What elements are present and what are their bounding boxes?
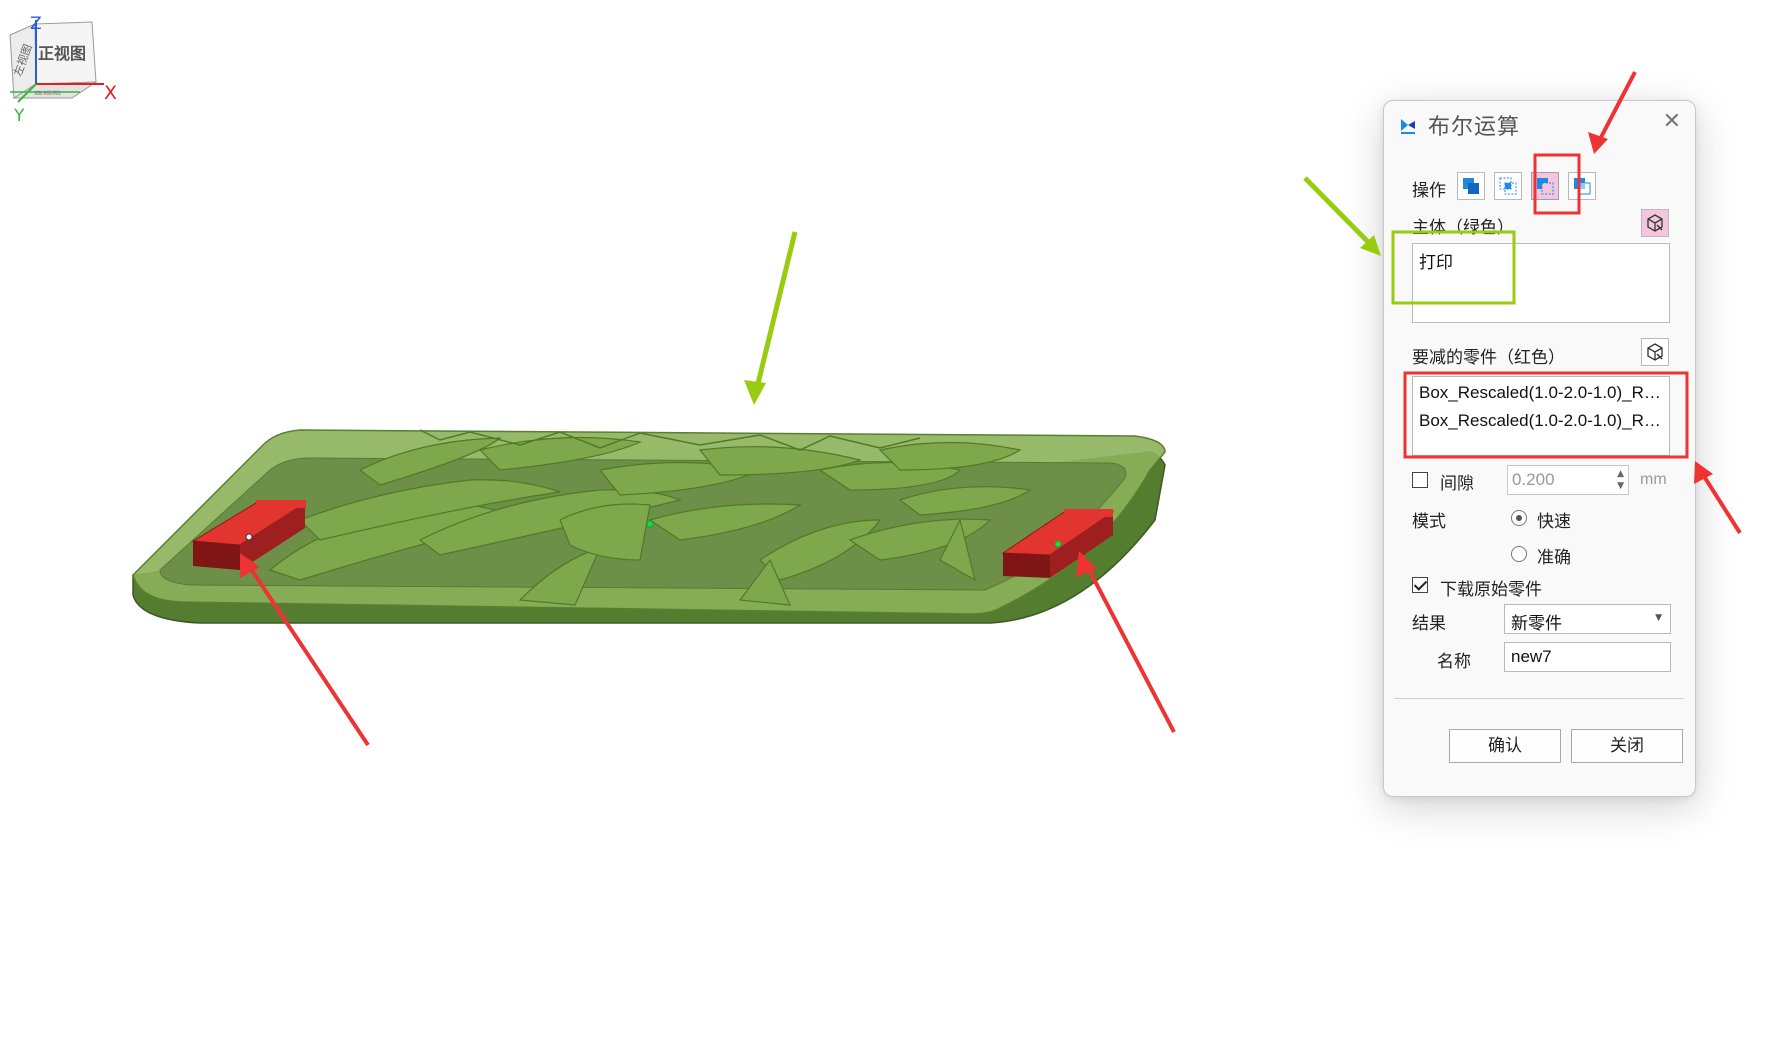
main-body-label: 主体（绿色） (1412, 218, 1514, 238)
dialog-title-bar[interactable]: 布尔运算 ✕ (1384, 101, 1695, 147)
mode-label: 模式 (1412, 512, 1446, 532)
view-cube-front-label[interactable]: 正视图 (38, 40, 86, 64)
pivot-point-left (245, 533, 253, 541)
boolean-operation-dialog: 布尔运算 ✕ 操作 主体（绿色） 打印 要减的零件（红色） Box_Rescal… (1383, 100, 1696, 797)
subtract-parts-label: 要减的零件（红色） (1412, 348, 1565, 368)
gap-spinbox[interactable]: 0.200 ▲ ▼ (1507, 465, 1629, 495)
confirm-button[interactable]: 确认 (1449, 729, 1561, 763)
intersect-icon (1499, 177, 1517, 195)
main-body-item[interactable]: 打印 (1419, 248, 1663, 273)
dialog-title: 布尔运算 (1428, 115, 1521, 140)
mode-fast-label[interactable]: 快速 (1537, 507, 1571, 532)
subtract-button[interactable] (1531, 172, 1559, 200)
result-value: 新零件 (1511, 614, 1562, 634)
result-label: 结果 (1412, 614, 1446, 634)
split-button[interactable] (1568, 172, 1596, 200)
view-cube-bottom-label[interactable]: 底视图 (34, 89, 61, 96)
split-icon (1574, 178, 1591, 195)
union-button[interactable] (1457, 172, 1485, 200)
gap-value: 0.200 (1512, 470, 1555, 489)
gap-label: 间隙 (1440, 474, 1474, 494)
spin-arrows-icon[interactable]: ▲ ▼ (1617, 468, 1624, 492)
download-original-label[interactable]: 下载原始零件 (1440, 575, 1542, 600)
cube-select-icon (1647, 214, 1663, 232)
cube-select-icon (1647, 343, 1663, 361)
operation-label: 操作 (1412, 181, 1446, 201)
name-label: 名称 (1437, 652, 1471, 672)
pick-main-body-button[interactable] (1641, 209, 1669, 237)
subtract-icon (1537, 178, 1554, 195)
axis-z-label: Z (30, 14, 42, 34)
view-cube[interactable]: 正视图 左视图 底视图 Z X Y (0, 0, 130, 130)
pivot-point-center (646, 520, 654, 528)
close-icon[interactable]: ✕ (1663, 111, 1681, 133)
subtract-part-item[interactable]: Box_Rescaled(1.0-2.0-1.0)_Re... (1419, 411, 1663, 431)
mode-accurate-label[interactable]: 准确 (1537, 543, 1571, 568)
mode-accurate-radio[interactable] (1511, 546, 1527, 562)
gap-checkbox[interactable] (1412, 472, 1428, 488)
download-original-checkbox[interactable] (1412, 577, 1428, 593)
subtract-part-item[interactable]: Box_Rescaled(1.0-2.0-1.0)_Re... (1419, 383, 1663, 403)
dialog-divider (1394, 698, 1684, 699)
pick-subtract-parts-button[interactable] (1641, 338, 1669, 366)
app-logo-icon (1401, 119, 1415, 134)
close-button[interactable]: 关闭 (1571, 729, 1683, 763)
name-input[interactable] (1504, 642, 1671, 672)
union-icon (1463, 178, 1479, 194)
axis-x-label: X (104, 82, 118, 104)
axis-y-label: Y (14, 106, 25, 126)
result-select[interactable]: 新零件 ▼ (1504, 604, 1671, 634)
subtract-parts-list[interactable]: Box_Rescaled(1.0-2.0-1.0)_Re... Box_Resc… (1412, 376, 1670, 456)
main-body-list[interactable]: 打印 (1412, 243, 1670, 323)
intersect-button[interactable] (1494, 172, 1522, 200)
mode-fast-radio[interactable] (1511, 510, 1527, 526)
chevron-down-icon: ▼ (1655, 613, 1662, 623)
pivot-point-right (1054, 540, 1062, 548)
gap-unit: mm (1640, 471, 1667, 488)
